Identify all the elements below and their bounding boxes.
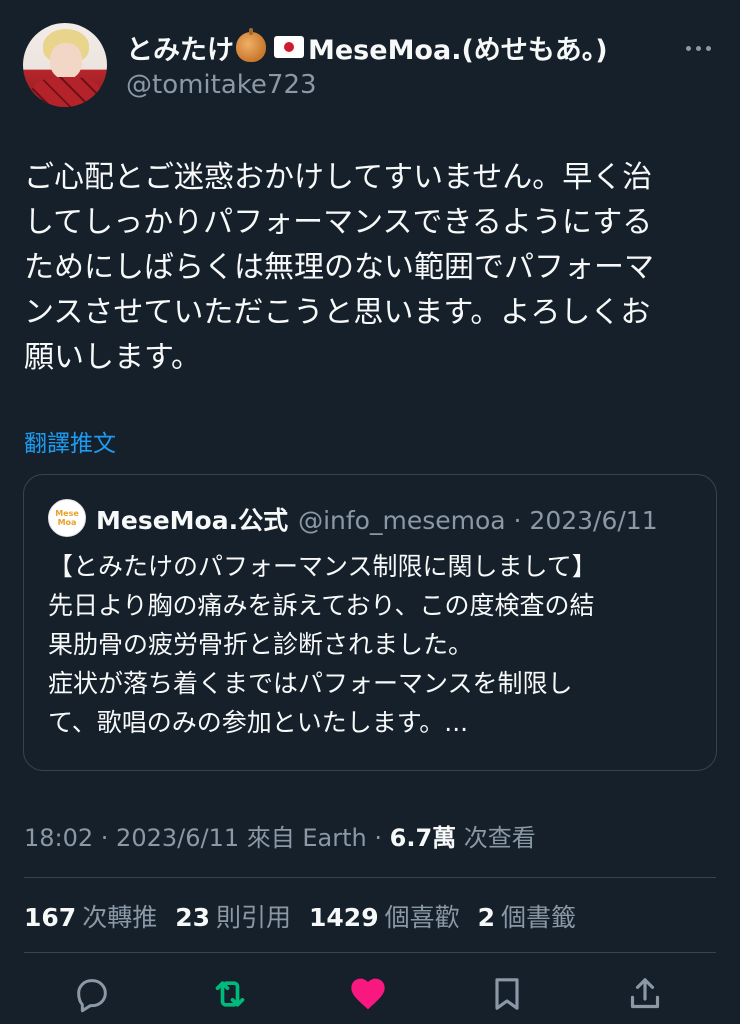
retweet-icon[interactable] xyxy=(210,974,250,1014)
author-name-text: とみたけ xyxy=(126,34,234,66)
author-handle[interactable]: @tomitake723 xyxy=(126,70,317,100)
quoted-author-name: MeseMoa.公式 xyxy=(96,506,289,535)
author-name-suffix: MeseMoa.(めせもあ。) xyxy=(308,34,608,66)
quoted-text-line: 【とみたけのパフォーマンス制限に関しまして】 xyxy=(48,552,597,581)
action-bar xyxy=(0,974,740,1016)
tweet-time-source: 18:02 · 2023/6/11 來自 Earth · xyxy=(24,824,390,852)
author-avatar[interactable] xyxy=(23,23,107,107)
divider xyxy=(24,877,716,878)
quoted-tweet[interactable]: Mese Moa MeseMoa.公式 @info_mesemoa · 2023… xyxy=(23,474,717,771)
views-label: 次查看 xyxy=(456,824,536,852)
tweet-text-line: ンスさせていただこうと思います。よろしくお xyxy=(24,295,651,330)
quoted-tweet-text: 【とみたけのパフォーマンス制限に関しまして】 先日より胸の痛みを訴えており、この… xyxy=(48,547,708,742)
quoted-author-handle-date: @info_mesemoa · 2023/6/11 xyxy=(298,506,658,535)
quoted-author-avatar: Mese Moa xyxy=(48,499,86,537)
tweet-text-line: してしっかりパフォーマンスできるようにする xyxy=(24,205,653,240)
tweet-text-line: 願いします。 xyxy=(24,340,201,375)
author-name[interactable]: とみたけ MeseMoa.(めせもあ。) xyxy=(126,28,608,66)
bookmark-icon[interactable] xyxy=(487,974,527,1014)
quoted-text-line: 果肋骨の疲労骨折と診断されました。 xyxy=(48,630,474,659)
tweet-meta: 18:02 · 2023/6/11 來自 Earth · 6.7萬 次查看 xyxy=(24,818,536,853)
like-icon[interactable] xyxy=(348,974,388,1014)
japan-flag-icon xyxy=(274,36,304,58)
more-options-icon[interactable] xyxy=(686,46,711,51)
onion-icon xyxy=(236,28,266,62)
share-icon[interactable] xyxy=(625,974,665,1014)
quoted-tweet-header: MeseMoa.公式 @info_mesemoa · 2023/6/11 xyxy=(96,501,658,537)
tweet-text: ご心配とご迷惑おかけしてすいません。早く治 してしっかりパフォーマンスできるよう… xyxy=(24,155,716,380)
quotes-stat[interactable]: 23 則引用 xyxy=(175,898,291,934)
retweets-stat[interactable]: 167 次轉推 xyxy=(24,898,157,934)
tweet-text-line: ご心配とご迷惑おかけしてすいません。早く治 xyxy=(24,160,653,195)
engagement-stats: 167 次轉推 23 則引用 1429 個喜歡 2 個書籤 xyxy=(24,898,576,934)
likes-stat[interactable]: 1429 個喜歡 xyxy=(309,898,460,934)
tweet-detail: とみたけ MeseMoa.(めせもあ。) @tomitake723 ご心配とご迷… xyxy=(0,0,740,1024)
reply-icon[interactable] xyxy=(72,974,112,1014)
bookmarks-stat[interactable]: 2 個書籤 xyxy=(478,898,576,934)
divider xyxy=(24,952,716,953)
translate-tweet-link[interactable]: 翻譯推文 xyxy=(24,424,116,458)
quoted-text-line: 先日より胸の痛みを訴えており、この度検査の結 xyxy=(48,591,595,620)
tweet-text-line: ためにしばらくは無理のない範囲でパフォーマ xyxy=(24,250,654,285)
views-count: 6.7萬 xyxy=(389,824,457,852)
quoted-text-line: て、歌唱のみの参加といたします。... xyxy=(48,708,469,737)
quoted-text-line: 症状が落ち着くまではパフォーマンスを制限し xyxy=(48,669,573,698)
